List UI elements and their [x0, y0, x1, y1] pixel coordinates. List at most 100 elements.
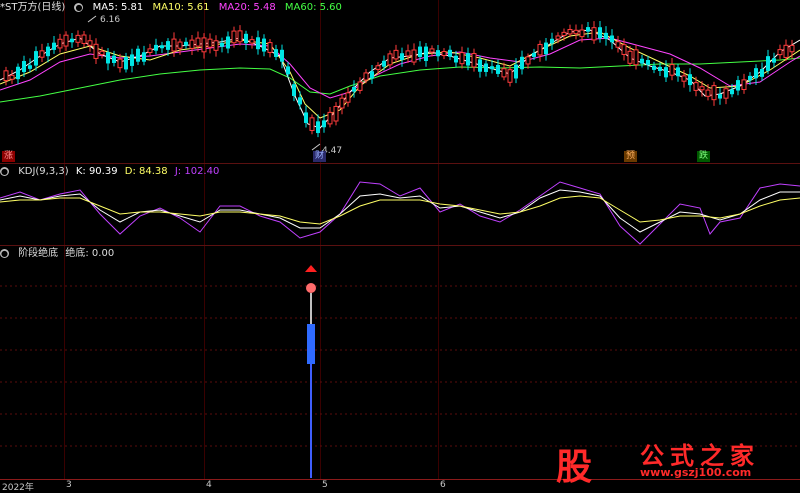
x-label: 2022年 — [2, 483, 34, 493]
candle-body — [610, 35, 614, 43]
candle-body — [112, 55, 116, 63]
signal-triangle — [305, 265, 317, 272]
candle-body — [256, 37, 260, 50]
candle-body — [220, 42, 224, 47]
candle-body — [166, 41, 170, 50]
candle-body — [382, 60, 386, 67]
panel-separator — [0, 245, 800, 246]
candle-body — [693, 82, 699, 91]
candle-body — [106, 52, 110, 64]
candle-body — [262, 38, 266, 52]
x-label: 6 — [440, 480, 446, 490]
candle-body — [591, 27, 597, 41]
candle-body — [142, 52, 146, 62]
candle-body — [9, 74, 15, 80]
kdj-j-value: J: 102.40 — [174, 166, 220, 177]
candle-body — [471, 53, 477, 68]
kdj-header: ● KDJ(9,3,3) K: 90.39 D: 84.38 J: 102.40 — [0, 165, 225, 179]
candle-body — [375, 65, 381, 70]
candle-body — [46, 46, 50, 57]
candle-body — [699, 86, 705, 91]
signal-value: 绝底: 0.00 — [65, 248, 115, 259]
candle-body — [309, 117, 315, 131]
candle-body — [345, 92, 351, 103]
candle-body — [63, 34, 69, 47]
settings-icon[interactable]: ● — [0, 248, 9, 258]
candle-body — [189, 39, 195, 49]
candle-body — [357, 81, 363, 91]
candle-body — [147, 48, 153, 53]
candle-body — [93, 43, 99, 59]
candle-body — [226, 36, 230, 49]
candle-body — [525, 56, 531, 65]
candle-body — [136, 48, 140, 62]
signal-header: ● 阶段绝底 绝底: 0.00 — [0, 247, 120, 261]
tag-cai[interactable]: 财 — [313, 151, 327, 162]
candle-body — [615, 41, 621, 48]
candle-body — [501, 68, 507, 78]
candle-body — [3, 70, 9, 82]
candle-body — [627, 50, 633, 64]
kdj-d-line — [0, 195, 800, 225]
candle-body — [441, 50, 447, 57]
candle-body — [652, 65, 656, 70]
candle-body — [160, 45, 164, 49]
candle-body — [231, 30, 237, 44]
candle-body — [184, 41, 188, 46]
signal-title[interactable]: 阶段绝底 — [18, 248, 58, 259]
candle-body — [274, 49, 278, 57]
candle-body — [177, 41, 183, 49]
candle-body — [195, 37, 201, 47]
candle-body — [514, 64, 518, 79]
tag-die[interactable]: 跌 — [697, 151, 711, 162]
candle-body — [478, 59, 482, 72]
candle-body — [573, 29, 579, 35]
candle-body — [249, 39, 255, 44]
candle-body — [322, 120, 326, 128]
tag-yu[interactable]: 预 — [624, 151, 638, 162]
candle-body — [298, 97, 302, 105]
candle-body — [387, 53, 393, 66]
ma5-line — [0, 29, 800, 129]
candle-body — [598, 27, 602, 39]
candle-body — [280, 49, 284, 62]
candle-body — [81, 34, 87, 44]
candle-body — [327, 111, 333, 125]
kdj-j-line — [0, 181, 800, 245]
candle-body — [154, 44, 158, 51]
candle-body — [664, 67, 668, 78]
candle-body — [405, 50, 411, 57]
candle-body — [400, 53, 404, 60]
candle-body — [124, 56, 128, 70]
settings-icon[interactable]: ● — [0, 166, 9, 176]
candle-body — [22, 61, 26, 73]
price-chart[interactable] — [0, 0, 800, 480]
candlesticks — [3, 21, 795, 138]
kdj-d-value: D: 84.38 — [124, 166, 168, 177]
candle-body — [723, 88, 729, 99]
candle-body — [748, 75, 752, 81]
candle-body — [333, 105, 339, 122]
candle-body — [777, 49, 783, 56]
candle-body — [567, 29, 573, 35]
candle-body — [429, 48, 435, 53]
kdj-title[interactable]: KDJ(9,3,3) — [18, 166, 68, 177]
candle-body — [459, 52, 465, 65]
candle-body — [267, 42, 273, 53]
tag-zhang[interactable]: 涨 — [2, 151, 16, 162]
candle-body — [448, 49, 452, 57]
candle-body — [292, 84, 296, 96]
candle-body — [117, 58, 123, 69]
candle-body — [87, 40, 93, 46]
candle-body — [741, 79, 747, 91]
candle-body — [75, 34, 81, 43]
candle-body — [130, 54, 134, 66]
candle-body — [424, 46, 428, 61]
candle-body — [550, 38, 554, 44]
candle-body — [669, 64, 675, 76]
candle-body — [579, 29, 585, 38]
candle-body — [711, 85, 717, 101]
candle-body — [718, 94, 722, 99]
candle-body — [604, 32, 608, 39]
candle-body — [237, 30, 243, 43]
